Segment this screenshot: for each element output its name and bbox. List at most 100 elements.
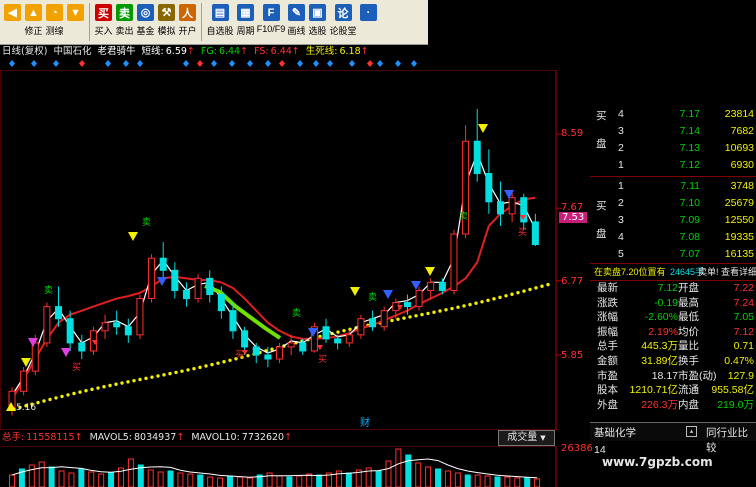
sell-level-row[interactable]: 3 7.14 7682: [590, 123, 756, 139]
candle-body[interactable]: [531, 221, 539, 246]
level-price: 7.10: [679, 197, 700, 209]
candle-body[interactable]: [287, 342, 295, 348]
tab-industry-compare[interactable]: 同行业比较: [706, 425, 756, 455]
toolbar-button-9[interactable]: ▤ 自选股: [205, 0, 235, 43]
buy-level-row[interactable]: 1 7.11 3748: [590, 178, 756, 194]
candle-body[interactable]: [206, 277, 214, 296]
candle-body[interactable]: [485, 173, 493, 203]
finance-event-marker[interactable]: 财: [360, 414, 370, 429]
toolbar-button-0[interactable]: ◀: [2, 0, 23, 43]
toolbar-button-10[interactable]: ▦ 周期: [235, 0, 256, 43]
candle-body[interactable]: [392, 302, 400, 312]
toolbar-button-2[interactable]: ◔ 测缐: [44, 0, 65, 43]
expand-icon[interactable]: ▴: [686, 426, 697, 437]
candle-body[interactable]: [473, 140, 481, 175]
trend-dot: [174, 370, 178, 375]
candle-body[interactable]: [20, 370, 28, 392]
candle-body[interactable]: [380, 310, 388, 328]
candle-body[interactable]: [403, 302, 411, 308]
candle-body[interactable]: [252, 346, 260, 356]
candle-body[interactable]: [148, 257, 156, 300]
candle-body[interactable]: [171, 269, 179, 291]
toolbar: ◀ ▲ 修正 ◔ 测缐 ▼ 买买入卖卖出 ◎ 基金 ⚒ 模拟人开户 ▤ 自选股 ▦ 周期 F F10/F9 ✎ 画线…: [0, 0, 428, 45]
indicator-dropdown[interactable]: 成交量 ▼: [498, 430, 555, 446]
candle-body[interactable]: [299, 342, 307, 352]
arrow-icon: ↑: [291, 46, 300, 57]
candle-body[interactable]: [217, 294, 225, 312]
stat-label: 市盈: [597, 369, 618, 382]
arrow-icon: ↑: [240, 46, 249, 57]
candle-body[interactable]: [508, 197, 516, 215]
candle-body[interactable]: [182, 289, 190, 300]
candle-body[interactable]: [369, 318, 377, 328]
candle-body[interactable]: [334, 338, 342, 344]
candle-body[interactable]: [357, 318, 365, 336]
volume-bar: [88, 471, 95, 487]
stat-label: 内盘: [678, 398, 699, 411]
buy-arrow: [317, 345, 323, 350]
candle-body[interactable]: [438, 281, 446, 291]
toolbar-button-12[interactable]: ✎ 画线: [286, 0, 307, 43]
signal-triangle: [61, 348, 71, 357]
buy-signal-label: 买: [72, 363, 82, 373]
candle-body[interactable]: [136, 298, 144, 336]
toolbar-button-11[interactable]: F F10/F9: [256, 0, 286, 43]
candlestick-chart[interactable]: [0, 70, 590, 430]
candle-body[interactable]: [66, 318, 74, 344]
candle-body[interactable]: [264, 354, 272, 360]
trend-dot: [468, 302, 472, 307]
candle-body[interactable]: [55, 306, 63, 320]
toolbar-button-6[interactable]: ◎ 基金: [135, 0, 156, 43]
candle-body[interactable]: [124, 326, 132, 336]
tab-basic-chemistry[interactable]: 基础化学: [594, 425, 636, 440]
candle-body[interactable]: [427, 281, 435, 291]
arrow-icon: ↑: [360, 46, 369, 57]
buy-level-row[interactable]: 2 7.10 25679: [590, 195, 756, 211]
volume-bar: [68, 472, 75, 487]
toolbar-button-label: F10/F9: [256, 24, 286, 34]
toolbar-button-1[interactable]: ▲ 修正: [23, 0, 44, 43]
buy-signal-label: 买: [235, 350, 245, 360]
candle-body[interactable]: [101, 322, 109, 332]
candle-body[interactable]: [276, 346, 283, 360]
fund-icon: ◎: [137, 4, 154, 21]
toolbar-button-15[interactable]: ·: [358, 0, 379, 43]
sell-level-row[interactable]: 4 7.17 23814: [590, 106, 756, 122]
candle-body[interactable]: [450, 233, 458, 291]
candle-body[interactable]: [415, 289, 423, 308]
order-alert-link[interactable]: 卖单! 查看详细: [698, 264, 756, 280]
sell-level-row[interactable]: 1 7.12 6930: [590, 157, 756, 173]
candle-body[interactable]: [194, 277, 202, 300]
toolbar-button-7[interactable]: ⚒ 模拟: [156, 0, 177, 43]
candle-body[interactable]: [78, 342, 86, 352]
buy-level-row[interactable]: 4 7.08 19335: [590, 229, 756, 245]
candle-body[interactable]: [31, 342, 39, 372]
trend-dot: [204, 364, 208, 368]
toolbar-button-3[interactable]: ▼: [65, 0, 86, 43]
toolbar-button-13[interactable]: ▣ 选股: [307, 0, 328, 43]
candle-body[interactable]: [229, 310, 237, 332]
candle-body[interactable]: [322, 326, 330, 340]
big-order-alert[interactable]: 在卖盘7.20位置有 24645手 卖单! 查看详细: [590, 264, 756, 280]
candle-body[interactable]: [43, 306, 51, 344]
candle-body[interactable]: [345, 334, 353, 344]
level-number: 5: [618, 248, 624, 260]
buy-level-row[interactable]: 3 7.09 12550: [590, 212, 756, 228]
toolbar-button-4[interactable]: 买买入: [93, 0, 114, 43]
toolbar-button-8[interactable]: 人开户: [177, 0, 198, 43]
candle-body[interactable]: [159, 257, 167, 271]
stat-label: 最高: [678, 296, 699, 309]
candle-body[interactable]: [241, 330, 249, 348]
candle-body[interactable]: [113, 322, 121, 328]
toolbar-button-5[interactable]: 卖卖出: [114, 0, 135, 43]
volume-bar: [474, 474, 481, 487]
toolbar-button-14[interactable]: 论论股堂: [328, 0, 358, 43]
candle-body[interactable]: [496, 201, 504, 215]
sell-level-row[interactable]: 2 7.13 10693: [590, 140, 756, 156]
signal-diamond: [395, 60, 401, 67]
trend-dot: [48, 397, 52, 402]
chart-mode[interactable]: 日线(复权): [2, 46, 47, 57]
total-volume-value: 11558115: [26, 432, 75, 443]
buy-level-row[interactable]: 5 7.07 16135: [590, 246, 756, 262]
volume-bar: [217, 477, 224, 487]
